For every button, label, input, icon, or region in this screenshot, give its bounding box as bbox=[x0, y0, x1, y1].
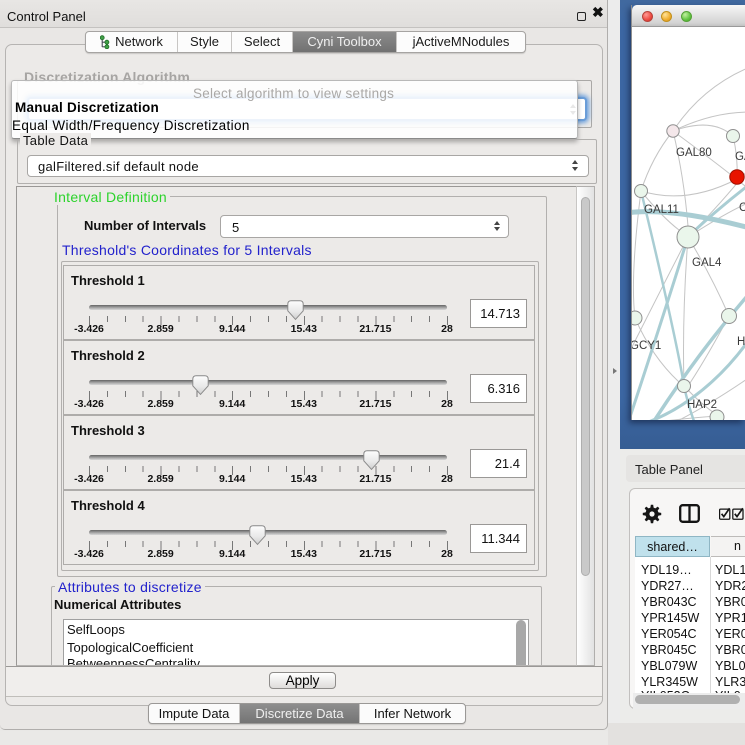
svg-text:GAL4: GAL4 bbox=[692, 257, 722, 269]
svg-text:C: C bbox=[739, 202, 745, 214]
svg-text:GCY1: GCY1 bbox=[632, 340, 661, 352]
svg-text:GAL80: GAL80 bbox=[676, 147, 712, 159]
svg-text:GAL11: GAL11 bbox=[644, 204, 679, 216]
svg-text:H: H bbox=[737, 336, 745, 348]
svg-text:GA: GA bbox=[735, 151, 745, 163]
svg-text:HAP2: HAP2 bbox=[687, 399, 717, 411]
